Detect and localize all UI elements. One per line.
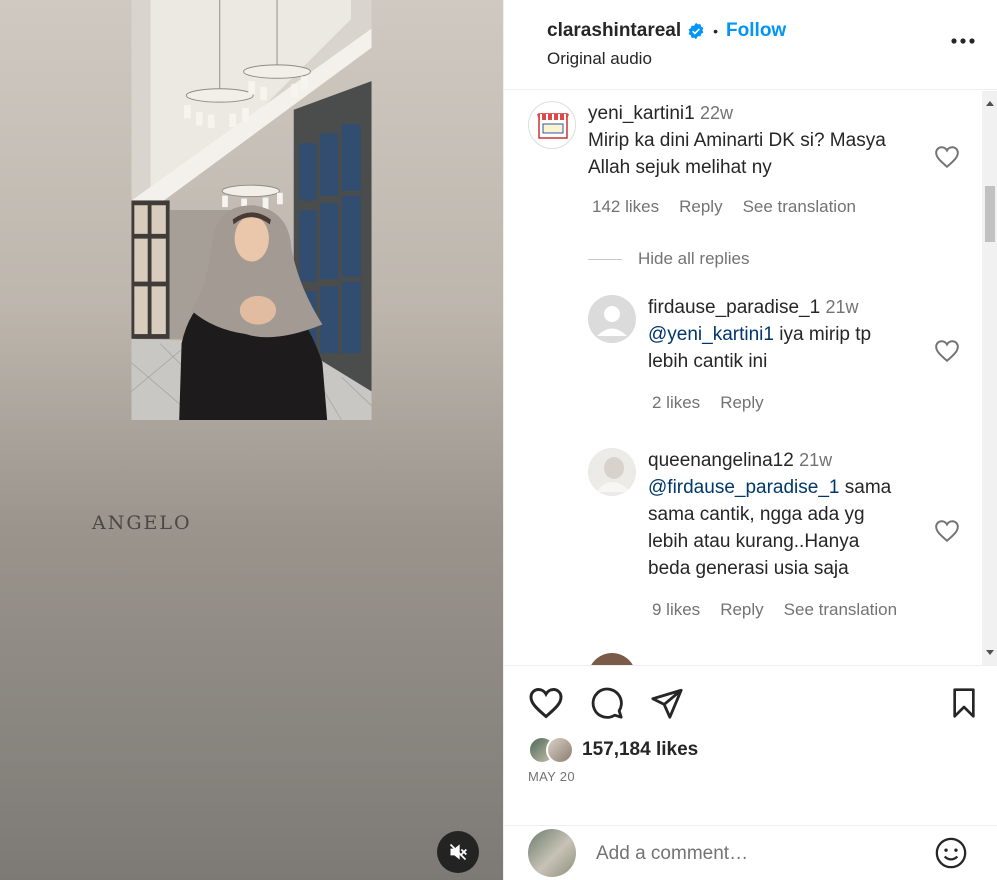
paper-plane-icon[interactable] (649, 686, 685, 720)
mention-link[interactable]: @yeni_kartini1 (648, 324, 774, 345)
comment-bubble-icon[interactable] (589, 686, 625, 720)
reply-text: lebih cantik ini (648, 351, 768, 372)
reply-username[interactable]: queenangelina12 (648, 450, 794, 471)
bookmark-icon[interactable] (948, 686, 980, 720)
likes-row: 157,184 likes (528, 736, 698, 764)
emoji-smile-icon[interactable] (934, 836, 968, 870)
reply-username[interactable]: firdause_paradise_1 (648, 297, 820, 318)
hide-replies-button[interactable]: Hide all replies (588, 249, 750, 269)
audio-label[interactable]: Original audio (547, 49, 652, 69)
reply-text: sama cantik, ngga ada yg (648, 504, 865, 525)
post-panel: clarashintareal • Follow Original audio (503, 0, 997, 880)
reply-timestamp[interactable]: 21w (799, 450, 832, 470)
add-comment-bar (504, 825, 997, 880)
reply-button[interactable]: Reply (720, 393, 763, 413)
mention-link[interactable]: @firdause_paradise_1 (648, 477, 839, 498)
comment-text: Mirip ka dini Aminarti DK si? Masya Alla… (588, 130, 886, 178)
reply-body: firdause_paradise_1 21w @yeni_kartini1 i… (648, 294, 938, 375)
comment-username[interactable]: yeni_kartini1 (588, 103, 695, 124)
comment-like-icon[interactable] (934, 519, 960, 543)
avatar[interactable] (546, 736, 574, 764)
shop-logo-icon (537, 113, 569, 139)
comment-input[interactable] (596, 840, 916, 868)
scroll-down-arrow[interactable] (986, 650, 994, 655)
comment-meta: 142 likes Reply See translation (592, 197, 856, 217)
reel-video[interactable]: ANGELO (0, 0, 503, 880)
reply-meta: 2 likes Reply (652, 393, 764, 413)
wall-sign: ANGELO (92, 512, 192, 534)
heart-icon[interactable] (528, 686, 564, 720)
reply-text: iya mirip tp (773, 324, 872, 345)
video-scene (131, 0, 372, 420)
avatar (528, 829, 576, 877)
hide-replies-label: Hide all replies (638, 249, 750, 268)
user-avatar-image (588, 448, 636, 496)
see-translation-button[interactable]: See translation (743, 197, 856, 217)
header-row: clarashintareal • Follow (547, 20, 786, 42)
avatar[interactable] (588, 653, 636, 665)
divider (588, 258, 622, 260)
default-avatar-icon (588, 295, 636, 343)
mute-button[interactable] (437, 831, 479, 873)
reply-meta: 9 likes Reply See translation (652, 600, 897, 620)
comment-likes[interactable]: 142 likes (592, 197, 659, 217)
comment-timestamp[interactable]: 22w (700, 103, 733, 123)
comment-like-icon[interactable] (934, 339, 960, 363)
speaker-muted-icon (449, 843, 467, 861)
avatar[interactable] (528, 101, 576, 149)
post-date[interactable]: MAY 20 (528, 769, 575, 784)
reply-text: sama (839, 477, 892, 498)
scrollbar-thumb[interactable] (985, 186, 995, 242)
comments-scrollbar[interactable] (982, 91, 997, 665)
comments-list[interactable]: yeni_kartini1 22w Mirip ka dini Aminarti… (504, 91, 997, 665)
see-translation-button[interactable]: See translation (784, 600, 897, 620)
post-actions: 157,184 likes MAY 20 (504, 665, 997, 825)
post-header: clarashintareal • Follow Original audio (504, 0, 997, 90)
comment-like-icon[interactable] (934, 145, 960, 169)
scroll-up-arrow[interactable] (986, 101, 994, 106)
author-username[interactable]: clarashintareal (547, 20, 681, 42)
comment-body: yeni_kartini1 22w Mirip ka dini Aminarti… (588, 100, 928, 181)
reply-likes[interactable]: 9 likes (652, 600, 700, 620)
reply-likes[interactable]: 2 likes (652, 393, 700, 413)
avatar[interactable] (588, 295, 636, 343)
verified-badge-icon (688, 22, 704, 40)
reply-text: lebih atau kurang..Hanya (648, 531, 860, 552)
more-horizontal-icon[interactable] (950, 28, 976, 54)
reply-button[interactable]: Reply (720, 600, 763, 620)
likes-count[interactable]: 157,184 likes (582, 739, 698, 761)
avatar[interactable] (588, 448, 636, 496)
reply-body: queenangelina12 21w @firdause_paradise_1… (648, 447, 938, 582)
reply-timestamp[interactable]: 21w (825, 297, 858, 317)
follow-button[interactable]: Follow (726, 20, 786, 42)
reply-button[interactable]: Reply (679, 197, 722, 217)
reply-text: beda generasi usia saja (648, 558, 849, 579)
header-separator: • (713, 23, 719, 39)
